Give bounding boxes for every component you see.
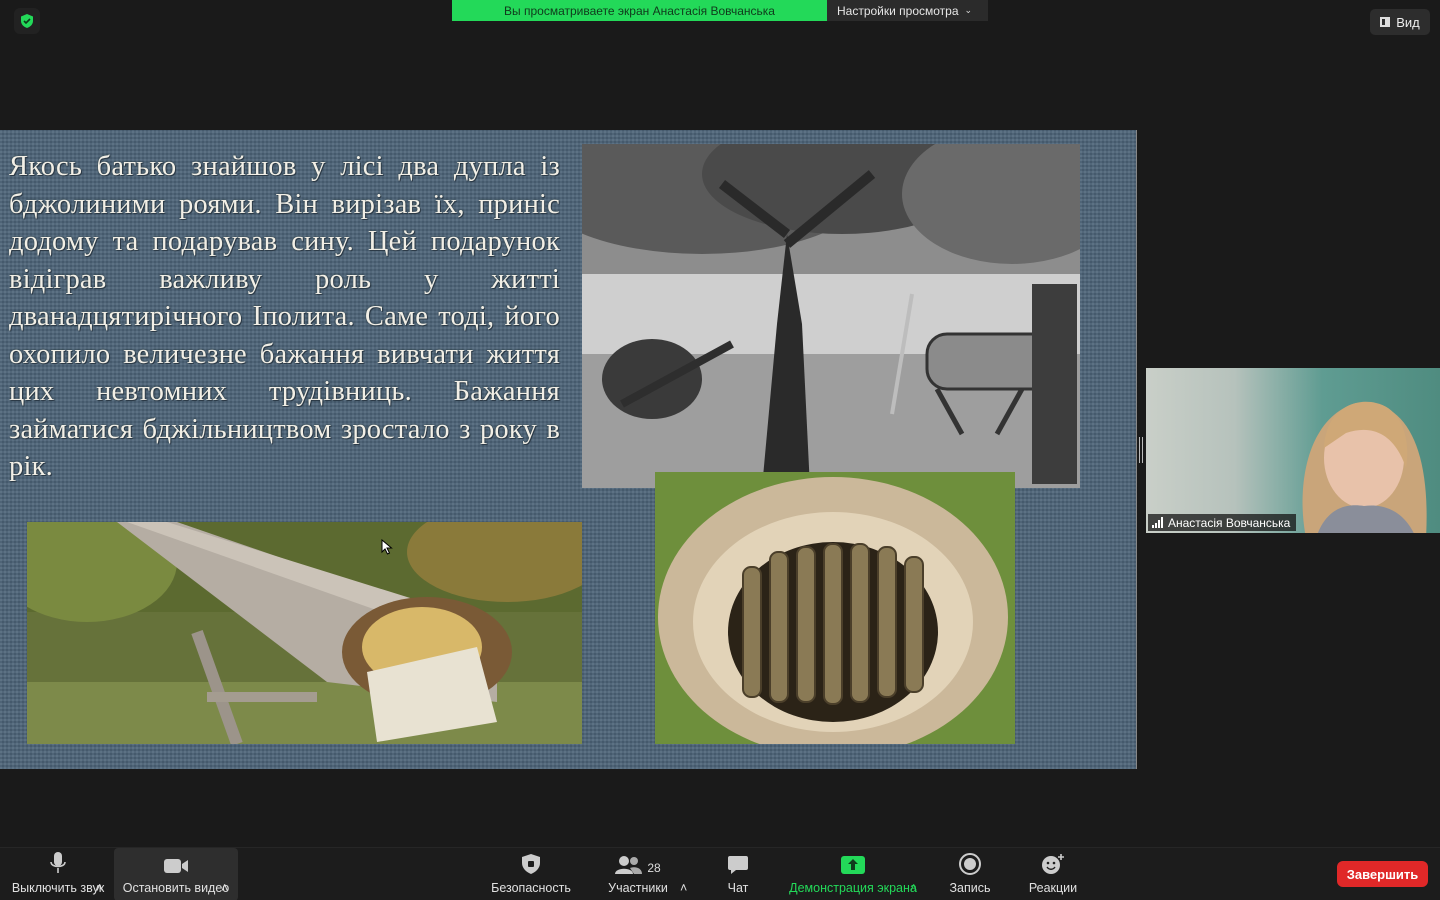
participants-button[interactable]: 28 Участники [602, 848, 674, 900]
end-meeting-button[interactable]: Завершить [1337, 861, 1428, 887]
share-screen-button[interactable]: Демонстрация экрана [782, 848, 924, 900]
share-banner-text: Вы просматриваете экран Анастасія Вовчан… [452, 0, 827, 21]
microphone-icon [50, 849, 66, 875]
record-label: Запись [949, 881, 991, 895]
chat-button[interactable]: Чат [716, 848, 760, 900]
share-options-caret-icon[interactable]: ˄ [910, 848, 917, 900]
video-camera-icon [163, 849, 189, 875]
participant-name: Анастасія Вовчанська [1168, 515, 1291, 530]
share-screen-label: Демонстрация экрана [789, 881, 917, 895]
participants-count: 28 [647, 861, 661, 875]
security-button[interactable]: Безопасность [486, 848, 576, 900]
security-shield-icon [521, 849, 541, 875]
chat-label: Чат [727, 881, 749, 895]
participants-options-caret-icon[interactable]: ˄ [680, 848, 687, 900]
view-options-label: Настройки просмотра [837, 3, 959, 18]
chevron-down-icon: ⌄ [964, 5, 973, 15]
reactions-button[interactable]: Реакции [1024, 848, 1082, 900]
shared-screen-slide: Якось батько знайшов у лісі два дупла із… [0, 130, 1137, 769]
screen-share-banner: Вы просматриваете экран Анастасія Вовчан… [452, 0, 988, 21]
view-layout-icon [1380, 17, 1391, 27]
security-label: Безопасность [491, 881, 571, 895]
bw-apiary-photo [582, 144, 1080, 488]
slide-paragraph: Якось батько знайшов у лісі два дупла із… [9, 151, 560, 482]
zoom-meeting-window: Вы просматриваете экран Анастасія Вовчан… [0, 0, 1440, 900]
chat-bubble-icon [727, 849, 749, 875]
participants-icon: 28 [615, 849, 661, 875]
audio-options-caret-icon[interactable]: ˄ [96, 848, 103, 900]
participants-label: Участники [608, 881, 668, 895]
reactions-label: Реакции [1028, 881, 1078, 895]
encryption-shield-icon[interactable] [14, 8, 40, 34]
mouse-cursor-icon [381, 539, 393, 555]
log-hive-photo [27, 522, 582, 744]
stop-video-button[interactable]: Остановить видео [114, 848, 238, 900]
participant-video-frame [1302, 401, 1427, 533]
participant-video-tile[interactable]: Анастасія Вовчанська [1146, 368, 1440, 533]
video-options-caret-icon[interactable]: ˄ [221, 848, 228, 900]
split-view-drag-handle[interactable] [1139, 437, 1143, 463]
participant-name-tag: Анастасія Вовчанська [1148, 514, 1297, 531]
signal-strength-icon [1152, 517, 1163, 528]
view-options-dropdown[interactable]: Настройки просмотра ⌄ [827, 0, 988, 21]
mute-label: Выключить звук [11, 881, 105, 895]
mute-button[interactable]: Выключить звук [6, 848, 110, 900]
stop-video-label: Остановить видео [122, 881, 230, 895]
record-icon [959, 849, 981, 875]
share-screen-icon [840, 849, 866, 875]
view-button[interactable]: Вид [1370, 9, 1430, 35]
smiley-add-icon [1041, 849, 1065, 875]
meeting-toolbar: Выключить звук ˄ Остановить видео ˄ Безо… [0, 847, 1440, 900]
hive-interior-photo [655, 472, 1015, 744]
record-button[interactable]: Запись [944, 848, 996, 900]
view-button-label: Вид [1396, 14, 1420, 30]
